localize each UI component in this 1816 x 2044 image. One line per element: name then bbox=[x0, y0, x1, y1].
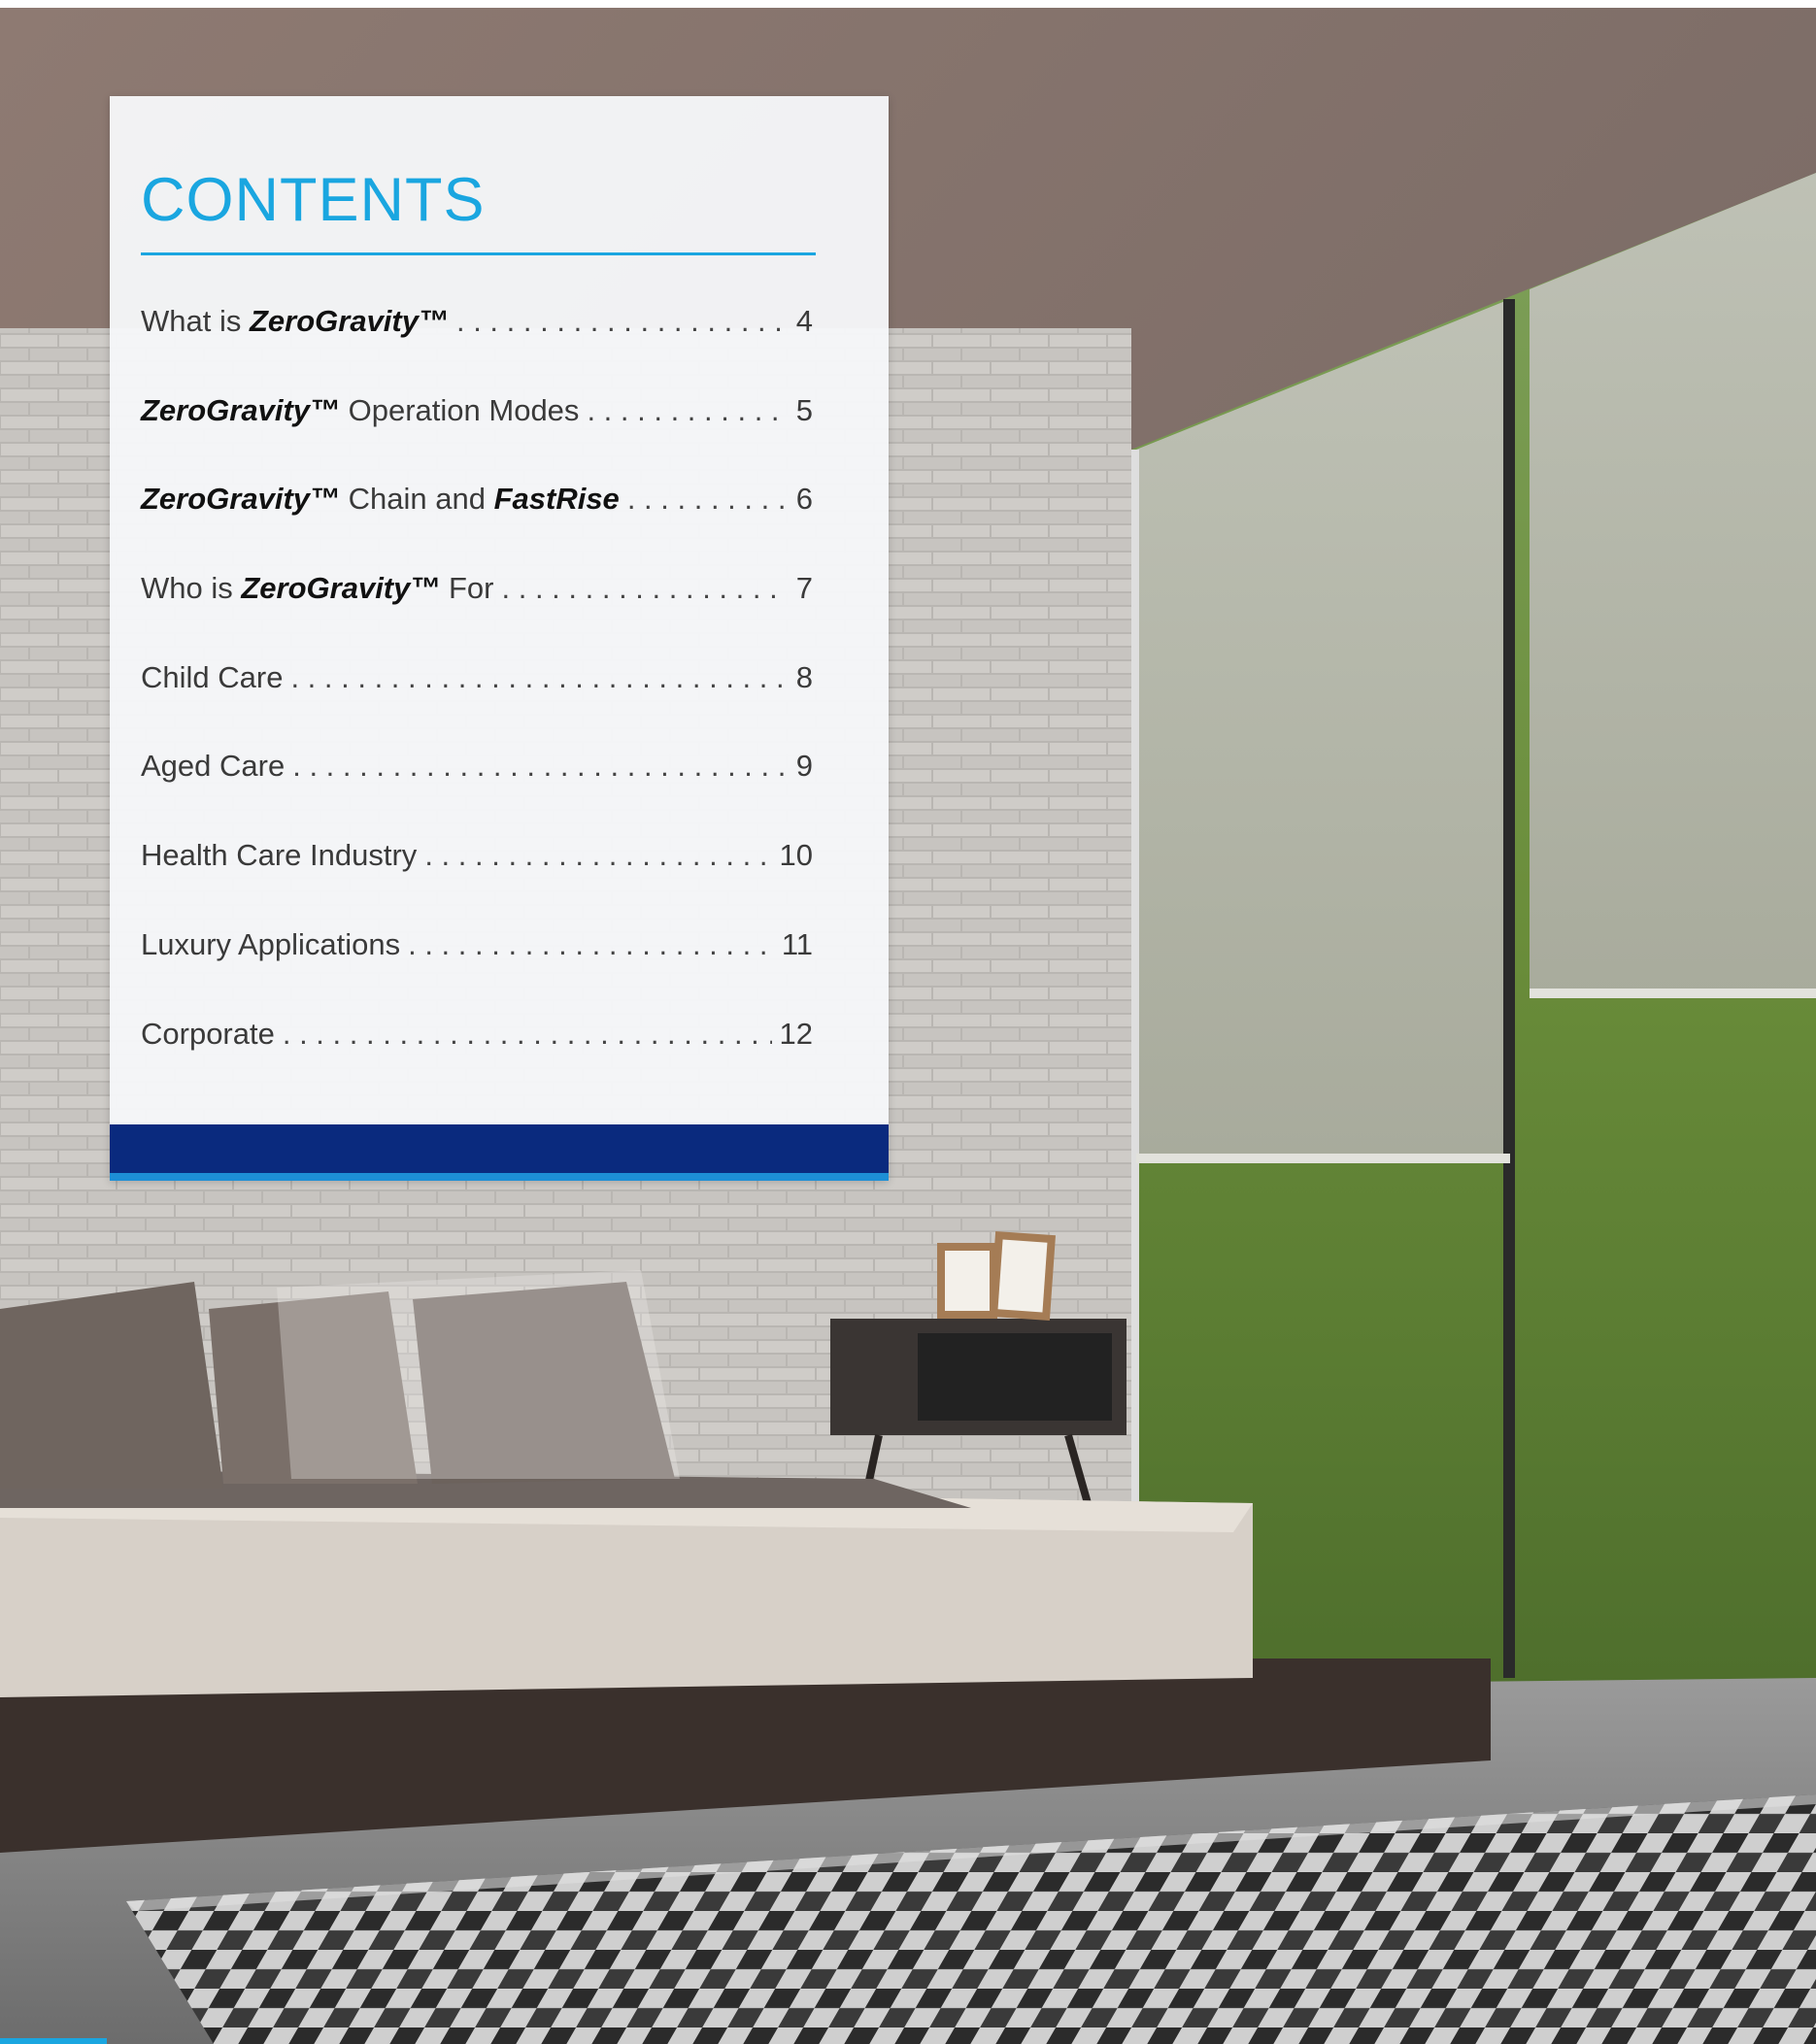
toc-entry-what-is-zerogravity[interactable]: What is ZeroGravity™ 4 bbox=[141, 304, 813, 393]
blue-footer-stripe bbox=[110, 1173, 889, 1181]
toc-label-text: Child Care bbox=[141, 659, 284, 694]
toc-label-text: Operation Modes bbox=[340, 392, 580, 427]
toc-label-text: Who is bbox=[141, 571, 242, 606]
toc-page-number: 4 bbox=[795, 304, 813, 338]
dot-leader bbox=[290, 660, 788, 695]
toc-page-number: 8 bbox=[795, 659, 813, 694]
toc-label-text: What is bbox=[141, 304, 250, 338]
toc-entry-label: Corporate bbox=[141, 1017, 275, 1052]
toc-page-number: 11 bbox=[781, 926, 813, 961]
toc-page-number: 10 bbox=[779, 838, 813, 873]
dot-leader bbox=[627, 482, 788, 517]
toc-label-brand: ZeroGravity™ bbox=[141, 482, 341, 517]
contents-panel: CONTENTS What is ZeroGravity™ 4 ZeroGrav… bbox=[110, 96, 889, 1181]
dot-leader bbox=[283, 1017, 772, 1052]
toc-label-brand: ZeroGravity™ bbox=[249, 304, 449, 338]
toc-entry-aged-care[interactable]: Aged Care 9 bbox=[141, 749, 813, 838]
dot-leader bbox=[587, 393, 788, 428]
toc-entry-label: Health Care Industry bbox=[141, 838, 417, 873]
navy-footer-band bbox=[110, 1124, 889, 1173]
toc-page-number: 12 bbox=[779, 1016, 813, 1051]
dot-leader bbox=[424, 838, 771, 873]
toc-page-number: 6 bbox=[795, 482, 813, 517]
toc-entry-chain-and-fastrise[interactable]: ZeroGravity™ Chain and FastRise 6 bbox=[141, 482, 813, 571]
toc-label-text: For bbox=[440, 571, 494, 606]
toc-entry-label: ZeroGravity™ Operation Modes bbox=[141, 393, 579, 428]
toc-label-text: Corporate bbox=[141, 1016, 275, 1051]
dot-leader bbox=[292, 749, 788, 784]
title-divider bbox=[141, 252, 816, 255]
toc-entry-label: What is ZeroGravity™ bbox=[141, 304, 449, 339]
toc-entry-label: Who is ZeroGravity™ For bbox=[141, 571, 494, 606]
toc-entry-corporate[interactable]: Corporate 12 bbox=[141, 1017, 813, 1106]
toc-label-brand: ZeroGravity™ bbox=[141, 392, 341, 427]
contents-title: CONTENTS bbox=[141, 166, 486, 234]
dot-leader bbox=[456, 304, 788, 339]
toc-entry-label: Luxury Applications bbox=[141, 927, 400, 962]
toc-label-text: Health Care Industry bbox=[141, 838, 418, 873]
table-of-contents: What is ZeroGravity™ 4 ZeroGravity™ Oper… bbox=[141, 304, 813, 1105]
toc-entry-who-is-it-for[interactable]: Who is ZeroGravity™ For 7 bbox=[141, 571, 813, 660]
toc-entry-label: Aged Care bbox=[141, 749, 285, 784]
toc-page-number: 7 bbox=[795, 571, 813, 606]
dot-leader bbox=[502, 571, 789, 606]
toc-entry-label: ZeroGravity™ Chain and FastRise bbox=[141, 482, 620, 517]
dot-leader bbox=[408, 927, 774, 962]
toc-entry-luxury-applications[interactable]: Luxury Applications 11 bbox=[141, 927, 813, 1017]
toc-page-number: 5 bbox=[795, 392, 813, 427]
toc-page-number: 9 bbox=[795, 749, 813, 784]
toc-label-brand: FastRise bbox=[493, 482, 620, 517]
toc-entry-operation-modes[interactable]: ZeroGravity™ Operation Modes 5 bbox=[141, 393, 813, 483]
toc-entry-label: Child Care bbox=[141, 660, 283, 695]
page-corner-accent bbox=[0, 2038, 107, 2044]
toc-label-brand: ZeroGravity™ bbox=[241, 571, 441, 606]
toc-label-text: Chain and bbox=[340, 482, 494, 517]
toc-entry-health-care-industry[interactable]: Health Care Industry 10 bbox=[141, 838, 813, 927]
toc-label-text: Luxury Applications bbox=[141, 926, 401, 961]
toc-entry-child-care[interactable]: Child Care 8 bbox=[141, 660, 813, 750]
toc-label-text: Aged Care bbox=[141, 749, 286, 784]
